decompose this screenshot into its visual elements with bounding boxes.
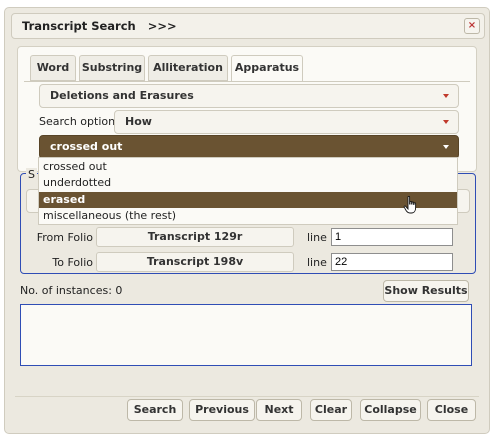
- how-option-erased[interactable]: erased: [39, 192, 457, 208]
- previous-button[interactable]: Previous: [189, 399, 255, 421]
- close-button[interactable]: Close: [427, 399, 476, 421]
- tab-alliteration[interactable]: Alliteration: [148, 55, 228, 81]
- category-select-value: Deletions and Erasures: [50, 89, 194, 102]
- clear-button[interactable]: Clear: [310, 399, 352, 421]
- chevron-down-icon: [443, 120, 449, 124]
- close-icon[interactable]: ×: [464, 18, 480, 34]
- how-dropdown-list: crossed out underdotted erased miscellan…: [38, 157, 458, 225]
- from-line-label: line: [307, 231, 327, 244]
- search-options-value: How: [125, 115, 152, 128]
- tab-substring[interactable]: Substring: [79, 55, 145, 81]
- to-folio-label: To Folio: [52, 256, 93, 269]
- how-option-miscellaneous[interactable]: miscellaneous (the rest): [39, 208, 457, 224]
- tab-apparatus[interactable]: Apparatus: [231, 55, 303, 82]
- dialog-title: Transcript Search >>>: [22, 19, 177, 33]
- tab-divider: [24, 81, 470, 82]
- search-options-label: Search options:: [39, 115, 125, 128]
- chevron-down-icon: [443, 145, 449, 149]
- how-option-crossed-out[interactable]: crossed out: [39, 159, 457, 175]
- how-option-underdotted[interactable]: underdotted: [39, 175, 457, 191]
- to-folio-button[interactable]: Transcript 198v: [96, 252, 294, 272]
- instances-count: No. of instances: 0: [20, 284, 123, 297]
- titlebar[interactable]: Transcript Search >>> ×: [11, 13, 485, 39]
- collapse-button[interactable]: Collapse: [360, 399, 421, 421]
- footer-divider: [15, 396, 479, 397]
- category-select[interactable]: Deletions and Erasures: [39, 84, 459, 108]
- from-folio-label: From Folio: [36, 231, 93, 244]
- results-area[interactable]: [20, 304, 472, 366]
- show-results-button[interactable]: Show Results: [383, 280, 469, 302]
- search-options-select[interactable]: How: [114, 110, 459, 134]
- hand-pointer-icon: [403, 196, 417, 214]
- to-line-label: line: [307, 256, 327, 269]
- from-folio-button[interactable]: Transcript 129r: [96, 227, 294, 247]
- how-select-value: crossed out: [50, 140, 123, 153]
- tab-word[interactable]: Word: [30, 55, 76, 81]
- chevron-down-icon: [443, 94, 449, 98]
- to-line-input[interactable]: [331, 253, 453, 271]
- fieldset-legend: S: [26, 168, 37, 181]
- search-button[interactable]: Search: [127, 399, 183, 421]
- next-button[interactable]: Next: [256, 399, 302, 421]
- how-select[interactable]: crossed out: [39, 135, 459, 159]
- from-line-input[interactable]: [331, 228, 453, 246]
